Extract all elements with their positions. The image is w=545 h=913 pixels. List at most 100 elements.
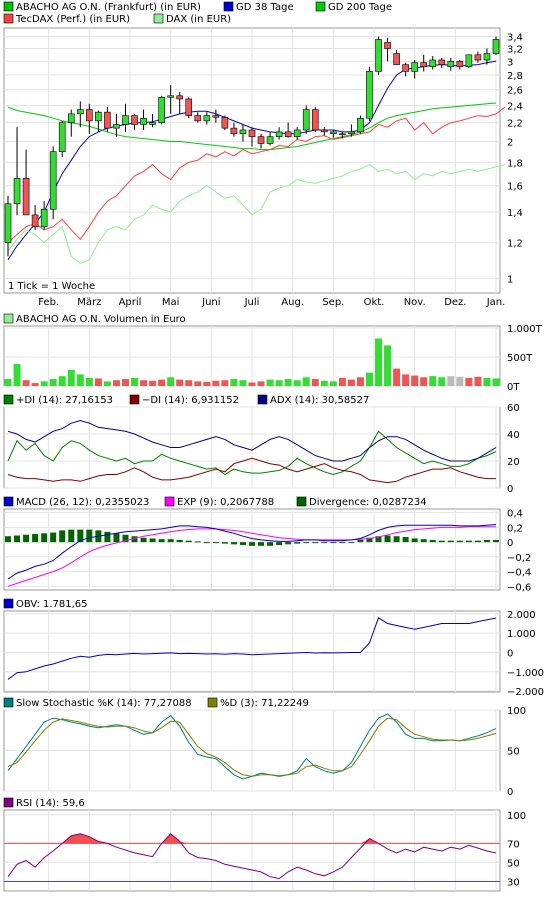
volume-bar [112,380,120,386]
volume-bar [411,375,419,386]
x-tick-label: März [77,297,101,308]
y-tick-label: 2,8 [507,71,523,82]
divergence-bar [249,542,255,546]
x-tick-label: Juli [244,297,260,308]
divergence-bar [357,539,364,543]
volume-bar [185,380,193,386]
divergence-bar [429,539,436,543]
candle [49,151,57,210]
y-tick-label: 40 [507,430,520,441]
divergence-bar [158,539,165,543]
x-tick-label: Aug. [281,297,304,308]
divergence-bar [221,542,228,544]
volume-bar [94,378,102,386]
candle [22,178,30,216]
x-tick-label: Juni [201,297,220,308]
divergence-bar [339,542,346,544]
candle [384,42,391,49]
divergence-bar [267,542,274,546]
volume-bar [257,381,265,386]
candle [76,109,84,115]
volume-bar [31,383,39,386]
divergence-bar [483,539,490,543]
volume-bar [375,338,383,386]
divergence-bar [294,542,301,544]
candle [4,203,12,243]
candle [176,95,184,100]
candle [67,113,75,123]
y-tick-label: 0 [507,787,513,798]
legend-swatch [3,313,14,324]
candle [40,208,48,228]
legend-swatch [3,797,14,808]
legend-label: %D (3): 71,22249 [220,698,309,709]
y-tick-label: 0 [507,538,513,549]
volume-bar [167,377,175,386]
divergence-bar [276,542,283,546]
legend-label: −DI (14): 6,931152 [142,395,239,406]
candle [212,115,220,118]
y-tick-label: 2 [507,138,513,149]
volume-bar [393,368,401,386]
candle [31,214,39,228]
volume-bar [230,379,238,386]
candle [13,178,21,205]
candle [311,109,319,131]
legend-label: ABACHO AG O.N. (Frankfurt) (in EUR) [16,2,201,13]
divergence-bar [113,533,120,543]
y-tick-label: 2,6 [507,86,523,97]
y-tick-label: 3,2 [507,45,523,56]
divergence-bar [258,542,265,546]
volume-bar [239,380,247,386]
y-tick-label: 1.000 [507,629,536,640]
x-tick-label: Feb. [38,297,59,308]
y-tick-label: 1,6 [507,182,523,193]
divergence-bar [50,532,57,543]
divergence-bar [411,538,418,543]
y-tick-label: 20 [507,457,520,468]
volume-bar [311,379,319,386]
legend-label: Slow Stochastic %K (14): 77,27088 [16,698,192,709]
volume-bar [329,381,337,386]
volume-bar [456,376,464,386]
volume-bar [149,380,157,386]
candle [492,39,500,54]
volume-bar [212,380,220,386]
candle [58,122,66,152]
divergence-bar [285,542,292,545]
volume-bar [302,377,310,386]
y-tick-label: 60 [507,403,520,414]
y-tick-label: 50 [507,747,520,758]
candle [239,129,247,135]
legend-swatch [207,697,218,708]
legend-swatch [257,394,268,405]
volume-bar [85,377,93,386]
candle [293,129,301,137]
divergence-bar [393,536,400,543]
volume-bar [248,382,256,386]
volume-bar [40,381,48,386]
volume-bar [429,376,437,386]
candle [230,127,238,135]
legend-label: ADX (14): 30,58527 [270,395,369,406]
candle [447,61,455,67]
legend-label: +DI (14): 27,16153 [16,395,113,406]
candle [248,129,256,137]
candle [474,54,482,61]
divergence-bar [384,535,391,543]
candle [438,59,446,65]
x-tick-label: Nov. [404,297,426,308]
volume-bar [194,381,202,386]
volume-bar [158,379,166,386]
volume-bar [365,372,373,386]
volume-bar [121,379,129,386]
candle [122,115,129,125]
candle [366,71,373,119]
volume-bar [221,380,229,386]
divergence-bar [149,538,156,543]
divergence-bar [194,541,201,543]
candle [104,111,111,129]
candle [194,115,202,122]
divergence-bar [465,540,472,543]
divergence-bar [438,540,445,543]
